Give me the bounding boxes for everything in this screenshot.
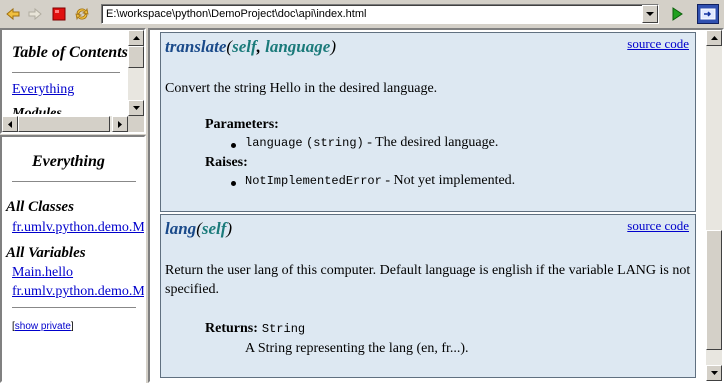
- return-desc: A String representing the lang (en, fr..…: [245, 341, 469, 356]
- browser-toolbar: E:\workspace\python\DemoProject\doc\api\…: [0, 0, 724, 28]
- raise-desc: - Not yet implemented.: [381, 173, 516, 188]
- variable-link-hello[interactable]: Main.hello: [12, 265, 73, 281]
- arrow-left-icon: [8, 120, 12, 128]
- paren-close: ): [330, 37, 336, 56]
- stop-icon[interactable]: [50, 5, 68, 23]
- source-code-link[interactable]: source code: [627, 218, 689, 234]
- arg-self: self: [201, 219, 227, 238]
- class-link[interactable]: fr.umlv.python.demo.Main: [12, 220, 144, 236]
- arrow-down-icon: [132, 106, 140, 110]
- bullet: [231, 181, 236, 186]
- return-type: String: [261, 322, 306, 336]
- scrollbar-corner: [128, 116, 144, 132]
- toc-vertical-scrollbar[interactable]: [128, 30, 144, 116]
- scroll-up-button[interactable]: [706, 30, 722, 46]
- scroll-thumb[interactable]: [706, 230, 722, 350]
- scroll-thumb[interactable]: [18, 116, 110, 132]
- returns-line: Returns: String: [205, 319, 305, 337]
- returns-label: Returns:: [205, 321, 258, 336]
- frame-edge: [144, 137, 146, 383]
- all-classes-heading: All Classes: [6, 199, 74, 215]
- bracket-close: ]: [70, 321, 74, 332]
- go-icon[interactable]: [668, 5, 686, 23]
- arg-language: language: [265, 37, 331, 56]
- scroll-thumb[interactable]: [128, 46, 144, 68]
- param-name: language: [245, 136, 303, 150]
- arg-self: self: [232, 37, 257, 56]
- url-dropdown-button[interactable]: [642, 5, 658, 23]
- variable-link-lang[interactable]: fr.umlv.python.demo.Main.lang: [12, 284, 144, 300]
- param-type: (string): [306, 136, 364, 150]
- arrow-down-icon: [710, 371, 718, 375]
- toc-frame: Table of Contents Everything Modules: [0, 28, 146, 134]
- external-browser-icon[interactable]: [697, 4, 719, 24]
- toc-link-everything[interactable]: Everything: [12, 82, 74, 98]
- divider: [12, 72, 120, 74]
- index-title: Everything: [32, 153, 105, 170]
- signature-lang: lang(self): [165, 219, 232, 239]
- scroll-down-button[interactable]: [706, 365, 722, 381]
- toc-modules-heading: Modules: [12, 106, 62, 114]
- scroll-down-button[interactable]: [128, 100, 144, 116]
- source-code-link[interactable]: source code: [627, 36, 689, 52]
- toc-horizontal-scrollbar[interactable]: [2, 116, 128, 132]
- arrow-up-icon: [132, 36, 140, 40]
- refresh-icon[interactable]: [73, 5, 91, 23]
- function-name: lang: [165, 219, 197, 238]
- raise-item: NotImplementedError - Not yet implemente…: [245, 173, 515, 189]
- arrow-right-icon: [118, 120, 122, 128]
- show-private-link[interactable]: show private: [15, 321, 71, 332]
- index-frame: Everything All Classes fr.umlv.python.de…: [0, 135, 146, 383]
- scroll-right-button[interactable]: [112, 116, 128, 132]
- url-field[interactable]: E:\workspace\python\DemoProject\doc\api\…: [101, 4, 659, 24]
- comma: ,: [256, 37, 266, 56]
- param-desc: - The desired language.: [363, 135, 499, 150]
- back-arrow-icon[interactable]: [4, 5, 22, 23]
- url-text: E:\workspace\python\DemoProject\doc\api\…: [106, 8, 367, 20]
- chevron-down-icon: [646, 11, 654, 16]
- method-translate: translate(self, language) source code Co…: [160, 32, 696, 212]
- function-name: translate: [165, 37, 227, 56]
- raises-label: Raises:: [205, 155, 248, 170]
- show-private-wrapper: [show private]: [12, 321, 74, 332]
- divider: [12, 181, 136, 183]
- toc-title: Table of Contents: [12, 44, 128, 61]
- bullet: [231, 143, 236, 148]
- all-variables-heading: All Variables: [6, 245, 86, 261]
- exception-name: NotImplementedError: [245, 174, 382, 188]
- divider: [12, 307, 136, 309]
- arrow-up-icon: [710, 36, 718, 40]
- signature-translate: translate(self, language): [165, 37, 336, 57]
- paren-close: ): [226, 219, 233, 238]
- scroll-left-button[interactable]: [2, 116, 18, 132]
- parameters-label: Parameters:: [205, 117, 279, 132]
- scroll-up-button[interactable]: [128, 30, 144, 46]
- doc-vertical-scrollbar[interactable]: [706, 30, 722, 381]
- forward-arrow-icon[interactable]: [26, 5, 44, 23]
- method-lang: lang(self) source code Return the user l…: [160, 214, 696, 378]
- param-item: language (string) - The desired language…: [245, 135, 498, 151]
- description: Return the user lang of this computer. D…: [165, 263, 691, 297]
- description: Convert the string Hello in the desired …: [165, 81, 438, 96]
- doc-frame: translate(self, language) source code Co…: [148, 28, 724, 383]
